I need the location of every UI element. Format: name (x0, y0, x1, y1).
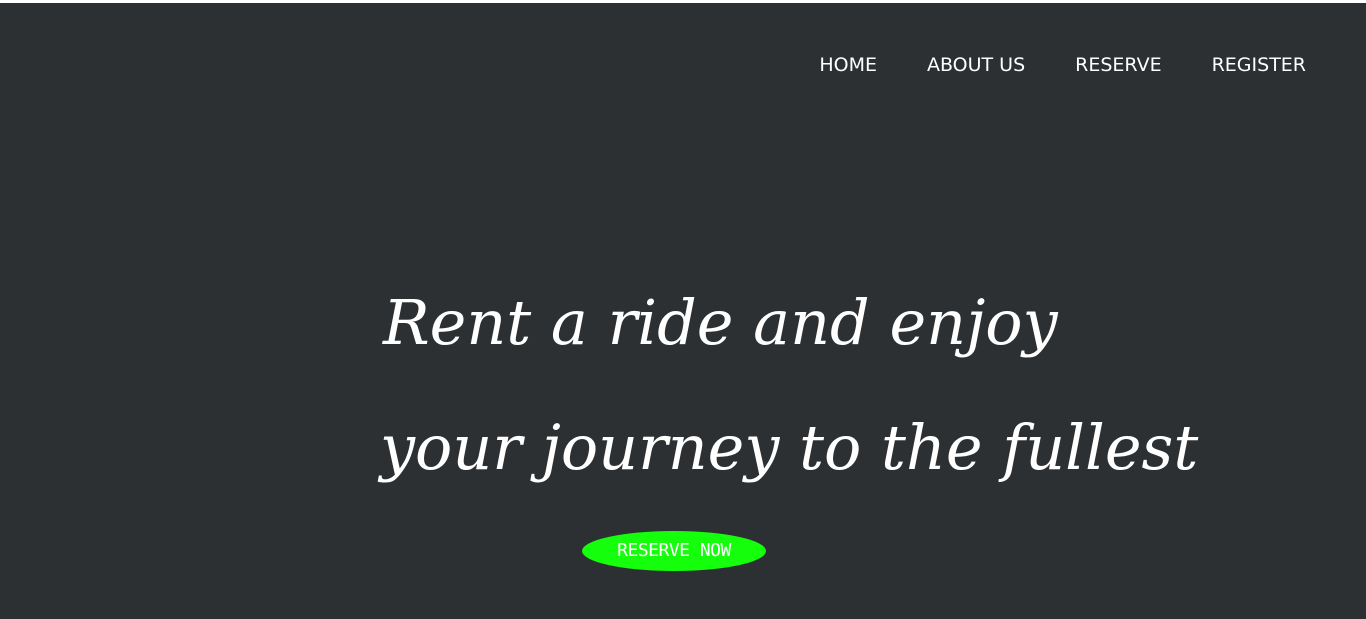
nav-item-about-us[interactable]: ABOUT US (927, 52, 1025, 78)
nav-item-register[interactable]: REGISTER (1212, 52, 1306, 78)
landing-page: HOME ABOUT US RESERVE REGISTER Rent a ri… (0, 3, 1366, 619)
top-nav: HOME ABOUT US RESERVE REGISTER (769, 52, 1306, 78)
hero-heading-line-2: your journey to the fullest (380, 411, 1199, 484)
nav-item-reserve[interactable]: RESERVE (1075, 52, 1161, 78)
hero-heading-line-1: Rent a ride and enjoy (383, 286, 1058, 359)
reserve-now-button[interactable]: RESERVE NOW (582, 531, 766, 571)
nav-item-home[interactable]: HOME (819, 52, 877, 78)
